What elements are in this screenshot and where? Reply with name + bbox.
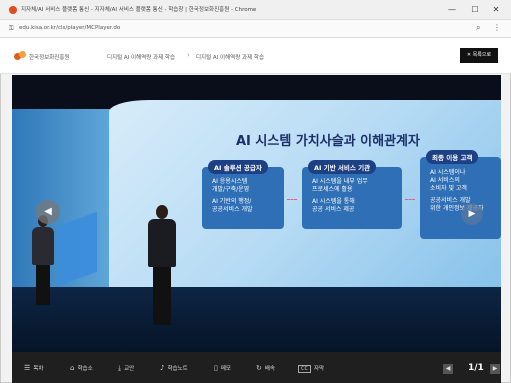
- page-indicator: 1/1: [468, 363, 484, 373]
- browser-titlebar: 지자체/AI 서비스 플랫폼 통신 - 지자체/AI 서비스 플랫폼 통신 - …: [0, 0, 511, 20]
- back-to-list-button[interactable]: ✕ 목록으로: [460, 48, 498, 63]
- maximize-button[interactable]: ☐: [469, 4, 481, 15]
- favicon-icon: [9, 6, 17, 14]
- card-item: 공공서비스 개발: [212, 206, 253, 213]
- download-icon: ⤓: [118, 364, 122, 372]
- card-item: 개발/구축/운영: [212, 186, 250, 193]
- video-player[interactable]: AI 시스템 가치사슬과 이해관계자 AI 솔루션 공급자 AI 응용시스템 개…: [12, 75, 501, 352]
- stage-floor: [12, 287, 501, 352]
- control-memo[interactable]: ▯ 메모: [214, 364, 231, 372]
- url-field[interactable]: edu.kisa.or.kr/cls/player/MCPlayer.do: [19, 25, 120, 31]
- card-heading: 최종 이용 고객: [426, 150, 479, 164]
- address-bar: ⚿ edu.kisa.or.kr/cls/player/MCPlayer.do …: [0, 20, 511, 38]
- mic-icon: ♪: [160, 364, 165, 372]
- card-item: AI 시스템을 통해: [312, 198, 355, 205]
- breadcrumb-lesson: 디지털 AI 이해역량 과제 학습: [196, 55, 265, 61]
- presenter-left: [30, 215, 56, 305]
- card-item: AI 기반의 행정/: [212, 198, 252, 205]
- flow-arrow: [287, 199, 297, 200]
- card-heading: AI 기반 서비스 기관: [308, 160, 377, 174]
- breadcrumb-separator: ›: [187, 51, 190, 59]
- breadcrumb-course: 디지털 AI 이해역량 과제 학습: [107, 55, 176, 61]
- card-heading: AI 솔루션 공급자: [208, 160, 268, 174]
- menu-icon: ☰: [24, 364, 31, 372]
- card-item: AI 응용시스템: [212, 178, 248, 185]
- next-slide-button[interactable]: ▶: [461, 203, 483, 225]
- previous-slide-button[interactable]: ◀: [36, 200, 60, 224]
- logo-icon: [14, 51, 26, 60]
- player-control-bar: ☰ 목차 ⌂ 학습소 ⤓ 교안 ♪ 학습노트 ▯ 메모 ↻ 배속 CC 자막 ◀ 1/1 ▶: [12, 352, 501, 383]
- window-title: 지자체/AI 서비스 플랫폼 통신 - 지자체/AI 서비스 플랫폼 통신 - …: [21, 7, 257, 13]
- card-item: 공공 서비스 제공: [312, 206, 355, 213]
- card-item: AI 시스템을 내부 업무: [312, 178, 368, 185]
- bookmark-icon: ▯: [214, 364, 218, 372]
- side-screen: [12, 109, 110, 292]
- card-item: 공공서비스 개발: [430, 197, 471, 204]
- slide-card-provider: AI 솔루션 공급자 AI 응용시스템 개발/구축/운영 AI 기반의 행정/ …: [202, 160, 284, 229]
- card-item: 프로세스에 활용: [312, 186, 353, 193]
- slide-card-customer: 최종 이용 고객 AI 시스템이나 AI 서비스의 소비자 및 고객 공공서비스…: [420, 150, 501, 239]
- prev-icon[interactable]: ◀: [443, 364, 453, 374]
- next-icon[interactable]: ▶: [490, 364, 500, 374]
- card-item: AI 시스템이나: [430, 169, 466, 176]
- card-item: 소비자 및 고객: [430, 185, 467, 192]
- subtitle-icon: CC: [298, 365, 311, 373]
- logo-text: 한국정보화진흥원: [29, 55, 70, 61]
- more-icon[interactable]: ⋮: [493, 23, 501, 32]
- slide-card-agency: AI 기반 서비스 기관 AI 시스템을 내부 업무 프로세스에 활용 AI 시…: [302, 160, 402, 229]
- control-note[interactable]: ♪ 학습노트: [160, 364, 188, 372]
- minimize-button[interactable]: —: [446, 4, 458, 15]
- control-speed[interactable]: ↻ 배속: [256, 364, 275, 372]
- card-item: AI 서비스의: [430, 177, 460, 184]
- control-material[interactable]: ⤓ 교안: [118, 364, 134, 373]
- control-home[interactable]: ⌂ 학습소: [70, 364, 93, 372]
- slide-title: AI 시스템 가치사슬과 이해관계자: [236, 134, 420, 149]
- control-toc[interactable]: ☰ 목차: [24, 364, 43, 372]
- control-subtitle[interactable]: CC 자막: [298, 364, 324, 373]
- lock-icon: ⚿: [9, 25, 14, 32]
- player-header: 한국정보화진흥원 디지털 AI 이해역량 과제 학습 › 디지털 AI 이해역량…: [0, 38, 511, 74]
- presenter-center: [146, 205, 178, 325]
- speed-icon: ↻: [256, 364, 262, 372]
- zoom-icon[interactable]: ⌕: [476, 23, 480, 33]
- home-icon: ⌂: [70, 364, 75, 372]
- close-button[interactable]: ✕: [490, 4, 502, 15]
- flow-arrow: [405, 199, 415, 200]
